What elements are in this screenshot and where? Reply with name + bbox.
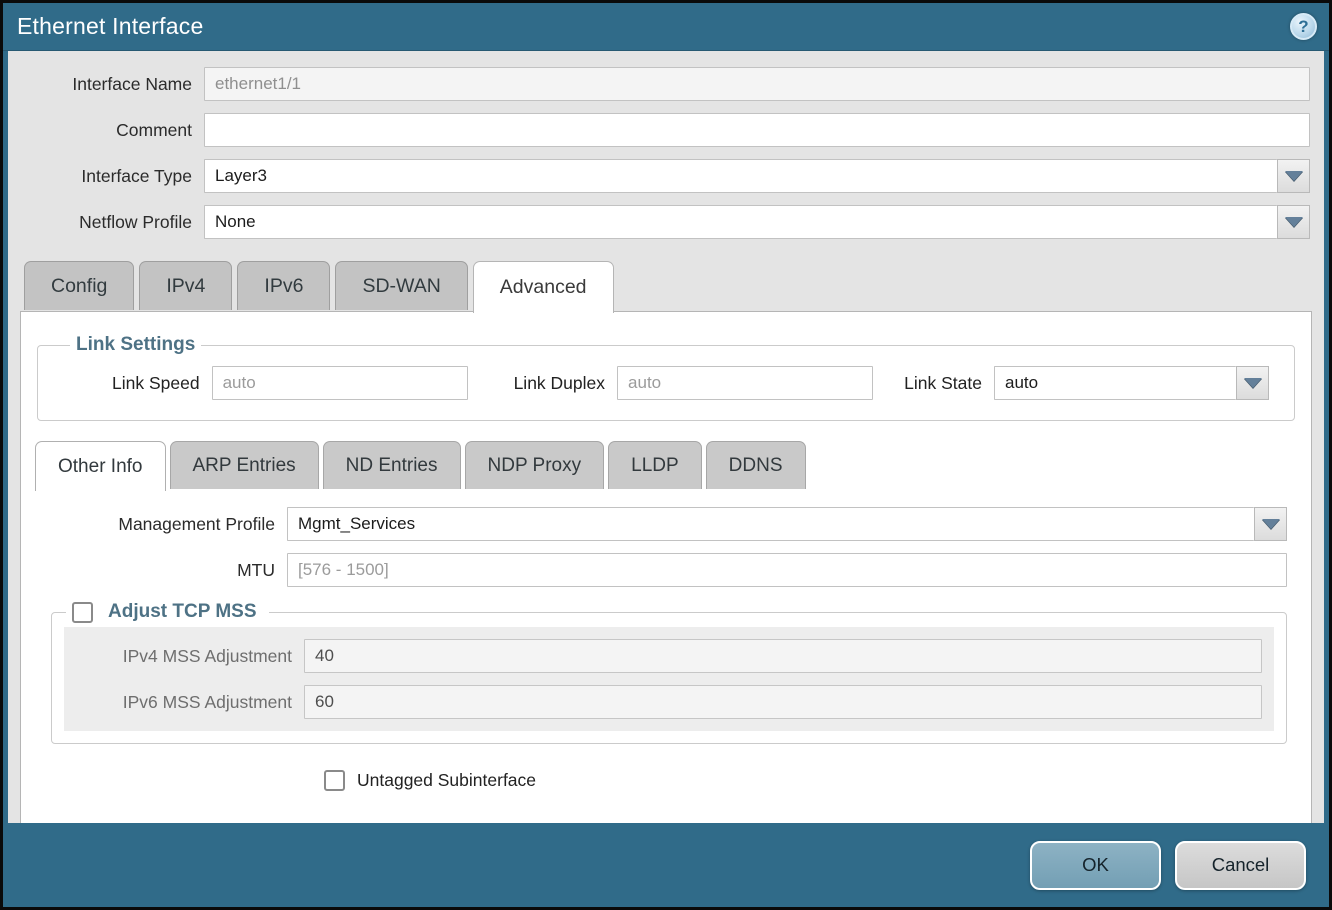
cancel-button[interactable]: Cancel [1175, 841, 1306, 890]
netflow-profile-dropdown-button[interactable] [1277, 205, 1310, 239]
link-settings-legend: Link Settings [70, 334, 201, 356]
subtab-lldp[interactable]: LLDP [608, 441, 702, 489]
untagged-subinterface-row: Untagged Subinterface [324, 770, 1297, 791]
untagged-subinterface-label: Untagged Subinterface [357, 770, 536, 791]
chevron-down-icon [1285, 171, 1303, 181]
management-profile-value[interactable] [287, 507, 1254, 541]
tab-ipv4[interactable]: IPv4 [139, 261, 232, 310]
ethernet-interface-dialog: Ethernet Interface ? Interface Name Comm… [0, 0, 1332, 910]
netflow-profile-value[interactable] [204, 205, 1277, 239]
link-state-value[interactable] [994, 366, 1236, 400]
link-speed-field[interactable] [212, 366, 468, 400]
management-profile-row: Management Profile [35, 507, 1287, 541]
interface-type-dropdown[interactable] [204, 159, 1310, 193]
ipv4-mss-label: IPv4 MSS Adjustment [76, 646, 304, 667]
comment-field[interactable] [204, 113, 1310, 147]
interface-type-dropdown-button[interactable] [1277, 159, 1310, 193]
tab-sdwan[interactable]: SD-WAN [335, 261, 467, 310]
help-icon[interactable]: ? [1290, 13, 1317, 40]
ipv6-mss-field [304, 685, 1262, 719]
management-profile-label: Management Profile [35, 514, 287, 535]
management-profile-dropdown-button[interactable] [1254, 507, 1287, 541]
dialog-title: Ethernet Interface [17, 13, 203, 40]
interface-name-row: Interface Name [8, 67, 1310, 101]
untagged-subinterface-checkbox[interactable] [324, 770, 345, 791]
link-state-group: Link State [904, 366, 1250, 400]
mtu-row: MTU [35, 553, 1287, 587]
tab-config[interactable]: Config [24, 261, 134, 310]
adjust-tcp-mss-legend: Adjust TCP MSS [66, 601, 269, 623]
chevron-down-icon [1285, 217, 1303, 227]
adjust-tcp-mss-checkbox[interactable] [72, 602, 93, 623]
link-speed-group: Link Speed [112, 366, 468, 400]
help-glyph: ? [1298, 17, 1308, 37]
ipv4-mss-row: IPv4 MSS Adjustment [76, 639, 1262, 673]
tab-ipv6[interactable]: IPv6 [237, 261, 330, 310]
ok-button[interactable]: OK [1030, 841, 1161, 890]
subtab-nd-entries[interactable]: ND Entries [323, 441, 461, 489]
link-settings-row: Link Speed Link Duplex Link State [66, 366, 1266, 400]
ipv4-mss-field [304, 639, 1262, 673]
comment-label: Comment [8, 120, 204, 141]
link-duplex-field[interactable] [617, 366, 873, 400]
dialog-body: Interface Name Comment Interface Type Ne… [3, 51, 1329, 823]
main-tab-bar: Config IPv4 IPv6 SD-WAN Advanced [8, 261, 1324, 311]
chevron-down-icon [1244, 378, 1262, 388]
link-duplex-group: Link Duplex [514, 366, 873, 400]
advanced-tab-panel: Link Settings Link Speed Link Duplex Lin… [20, 311, 1312, 823]
link-state-dropdown-button[interactable] [1236, 366, 1269, 400]
netflow-profile-row: Netflow Profile [8, 205, 1310, 239]
interface-type-label: Interface Type [8, 166, 204, 187]
link-duplex-label: Link Duplex [514, 373, 617, 394]
top-form: Interface Name Comment Interface Type Ne… [8, 51, 1324, 253]
link-settings-fieldset: Link Settings Link Speed Link Duplex Lin… [37, 334, 1295, 421]
adjust-tcp-mss-title: Adjust TCP MSS [102, 601, 263, 623]
subtab-ddns[interactable]: DDNS [706, 441, 806, 489]
adjust-tcp-mss-fieldset: Adjust TCP MSS IPv4 MSS Adjustment IPv6 … [51, 601, 1287, 744]
interface-name-label: Interface Name [8, 74, 204, 95]
title-bar: Ethernet Interface ? [3, 3, 1329, 51]
netflow-profile-dropdown[interactable] [204, 205, 1310, 239]
netflow-profile-label: Netflow Profile [8, 212, 204, 233]
subtab-arp-entries[interactable]: ARP Entries [170, 441, 319, 489]
comment-row: Comment [8, 113, 1310, 147]
link-settings-title: Link Settings [70, 334, 201, 355]
ipv6-mss-label: IPv6 MSS Adjustment [76, 692, 304, 713]
link-speed-label: Link Speed [112, 373, 212, 394]
ipv6-mss-row: IPv6 MSS Adjustment [76, 685, 1262, 719]
link-state-dropdown[interactable] [994, 366, 1250, 400]
interface-type-value[interactable] [204, 159, 1277, 193]
mtu-label: MTU [35, 560, 287, 581]
subtab-ndp-proxy[interactable]: NDP Proxy [465, 441, 605, 489]
interface-type-row: Interface Type [8, 159, 1310, 193]
tab-advanced[interactable]: Advanced [473, 261, 614, 313]
link-state-label: Link State [904, 373, 994, 394]
mtu-field[interactable] [287, 553, 1287, 587]
subtab-other-info[interactable]: Other Info [35, 441, 166, 491]
footer-bar: OK Cancel [3, 823, 1329, 907]
mss-inner-area: IPv4 MSS Adjustment IPv6 MSS Adjustment [64, 627, 1274, 731]
sub-tab-bar: Other Info ARP Entries ND Entries NDP Pr… [35, 441, 1297, 489]
chevron-down-icon [1262, 519, 1280, 529]
interface-name-field [204, 67, 1310, 101]
management-profile-dropdown[interactable] [287, 507, 1287, 541]
